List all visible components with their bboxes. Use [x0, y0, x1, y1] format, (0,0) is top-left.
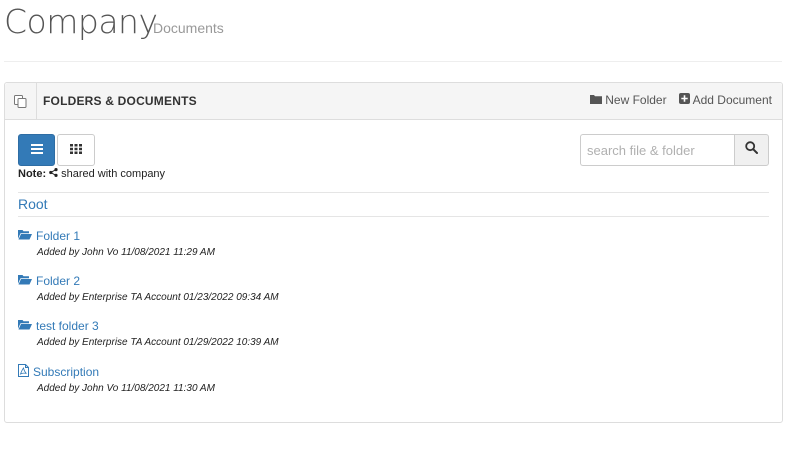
- list-view-button[interactable]: [18, 134, 55, 166]
- search-icon: [745, 141, 758, 159]
- folder-link[interactable]: test folder 3: [18, 318, 418, 334]
- folder-open-icon: [18, 319, 32, 333]
- item-name: Subscription: [33, 365, 100, 379]
- item-name: test folder 3: [36, 319, 99, 333]
- item-meta: Added by Enterprise TA Account 01/29/202…: [37, 337, 279, 348]
- folder-open-icon: [18, 229, 32, 243]
- copy-icon: [5, 83, 37, 119]
- list-item: Folder 2 Added by Enterprise TA Account …: [18, 273, 418, 303]
- share-note: Note: shared with company: [18, 168, 165, 180]
- divider: [18, 216, 769, 217]
- documents-panel: FOLDERS & DOCUMENTS New Folder Add Docum…: [4, 82, 783, 423]
- item-name: Folder 1: [36, 229, 81, 243]
- item-meta: Added by John Vo 11/08/2021 11:29 AM: [37, 247, 215, 258]
- note-text: shared with company: [61, 168, 166, 180]
- list-icon: [30, 141, 43, 159]
- item-name: Folder 2: [36, 274, 81, 288]
- plus-square-icon: [678, 93, 690, 107]
- grid-view-button[interactable]: [57, 134, 95, 166]
- folder-link[interactable]: Folder 2: [18, 273, 418, 289]
- folder-icon: [590, 93, 603, 107]
- document-link[interactable]: Subscription: [18, 364, 418, 380]
- heading-actions: New Folder Add Document: [590, 93, 772, 107]
- search-group: [580, 134, 769, 166]
- panel-heading: FOLDERS & DOCUMENTS New Folder Add Docum…: [5, 83, 782, 120]
- new-folder-label: New Folder: [605, 93, 667, 107]
- list-item: Subscription Added by John Vo 11/08/2021…: [18, 364, 418, 394]
- search-input[interactable]: [580, 134, 734, 166]
- add-document-button[interactable]: Add Document: [678, 93, 772, 107]
- new-folder-button[interactable]: New Folder: [590, 93, 667, 107]
- folder-open-icon: [18, 274, 32, 288]
- item-meta: Added by John Vo 11/08/2021 11:30 AM: [37, 383, 215, 394]
- grid-icon: [70, 141, 82, 159]
- panel-title: FOLDERS & DOCUMENTS: [43, 94, 197, 108]
- file-pdf-icon: [18, 364, 29, 380]
- page-title: Company: [4, 2, 158, 41]
- item-meta: Added by Enterprise TA Account 01/23/202…: [37, 292, 279, 303]
- search-button[interactable]: [734, 134, 769, 166]
- list-item: Folder 1 Added by John Vo 11/08/2021 11:…: [18, 228, 418, 258]
- divider: [18, 192, 769, 193]
- add-document-label: Add Document: [692, 93, 772, 107]
- list-item: test folder 3 Added by Enterprise TA Acc…: [18, 318, 418, 348]
- folder-link[interactable]: Folder 1: [18, 228, 418, 244]
- share-icon: [49, 168, 58, 180]
- note-label: Note:: [18, 168, 47, 180]
- page-subtitle: Documents: [153, 20, 224, 36]
- page-header: Company Documents: [4, 0, 782, 62]
- breadcrumb-root[interactable]: Root: [18, 196, 48, 212]
